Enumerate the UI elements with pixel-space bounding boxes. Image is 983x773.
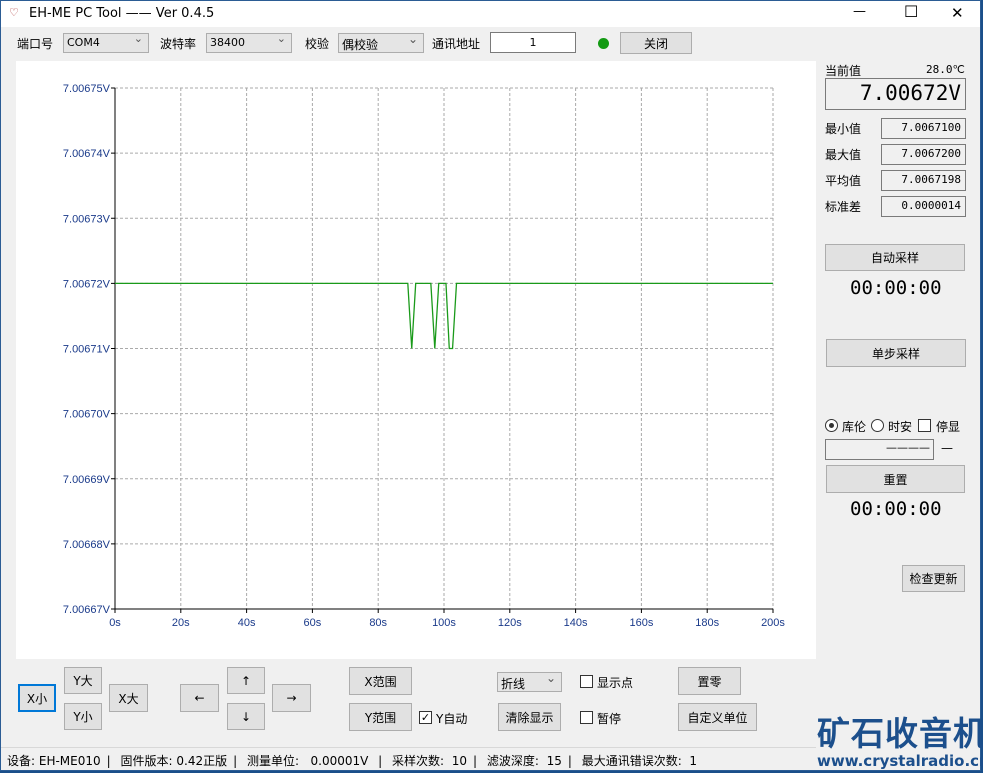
stop-display-checkbox[interactable] xyxy=(918,419,931,432)
pan-up-button[interactable]: ↑ xyxy=(227,667,265,694)
y-tick-label: 7.00672V xyxy=(63,278,111,290)
stat-label: 最大值 xyxy=(825,148,862,162)
coulomb-unit: — xyxy=(941,441,953,455)
samples-value: 10 xyxy=(451,754,468,768)
y-tick-label: 7.00670V xyxy=(63,409,111,421)
y-zoom-in-button[interactable]: Y大 xyxy=(64,667,102,694)
zero-button[interactable]: 置零 xyxy=(678,667,741,695)
single-sample-button[interactable]: 单步采样 xyxy=(826,339,966,367)
minimize-icon[interactable]: — xyxy=(853,4,866,19)
baud-label: 波特率 xyxy=(160,37,197,51)
parity-label: 校验 xyxy=(305,37,330,51)
firmware-value: 0.42正版 xyxy=(176,754,228,768)
filter-value: 15 xyxy=(546,754,562,768)
current-value-display: 7.00672V xyxy=(825,78,966,110)
pan-down-button[interactable]: ↓ xyxy=(227,703,265,730)
app-window: ♡ EH-ME PC Tool —— Ver 0.4.5 — ☐ ✕ 端口号 C… xyxy=(0,0,983,771)
y-auto-label: Y自动 xyxy=(436,712,468,726)
device-label: 设备: xyxy=(7,754,36,768)
show-points-label: 显示点 xyxy=(597,676,634,690)
y-tick-label: 7.00673V xyxy=(63,213,111,225)
stat-label: 标准差 xyxy=(825,200,862,214)
x-tick-label: 180s xyxy=(695,617,719,629)
x-zoom-out-button[interactable]: X小 xyxy=(18,684,56,712)
x-tick-label: 160s xyxy=(629,617,653,629)
stat-value: 7.0067198 xyxy=(881,170,966,191)
y-tick-label: 7.00675V xyxy=(63,83,111,95)
device-value: EH-ME010 xyxy=(38,754,101,768)
voltage-chart: 0s 20s 40s 60s 80s 100s 120s 140s 160s 180s 200s 7.… xyxy=(16,61,816,659)
status-bar: 设备: EH-ME010 | 固件版本: 0.42正版 | 测量单位: 0.0000… xyxy=(7,754,698,768)
clear-display-button[interactable]: 清除显示 xyxy=(498,703,561,731)
x-zoom-in-button[interactable]: X大 xyxy=(109,684,148,712)
app-icon: ♡ xyxy=(9,6,19,19)
close-connection-button[interactable]: 关闭 xyxy=(620,32,692,54)
stat-value: 0.0000014 xyxy=(881,196,966,217)
y-tick-label: 7.00668V xyxy=(63,539,111,551)
connection-status-indicator xyxy=(598,38,609,49)
x-range-button[interactable]: X范围 xyxy=(349,667,412,695)
pause-checkbox[interactable] xyxy=(580,711,593,724)
ah-label: 时安 xyxy=(888,420,913,434)
x-tick-label: 100s xyxy=(432,617,456,629)
y-range-button[interactable]: Y范围 xyxy=(349,703,412,731)
x-tick-label: 0s xyxy=(109,617,121,629)
unit-value: 0.00001V xyxy=(310,754,369,768)
samples-label: 采样次数: xyxy=(392,754,445,768)
baud-select[interactable]: 38400 xyxy=(206,32,292,53)
reset-timer: 00:00:00 xyxy=(850,498,942,520)
x-tick-label: 60s xyxy=(304,617,322,629)
y-tick-label: 7.00671V xyxy=(63,344,111,356)
parity-select[interactable]: 偶校验 xyxy=(338,32,424,53)
custom-unit-button[interactable]: 自定义单位 xyxy=(678,703,757,731)
y-tick-label: 7.00667V xyxy=(63,604,111,616)
maximize-icon[interactable]: ☐ xyxy=(904,2,918,21)
current-value-label: 当前值 xyxy=(825,64,862,78)
pause-label: 暂停 xyxy=(597,712,622,726)
firmware-label: 固件版本: xyxy=(120,754,173,768)
coulomb-label: 库伦 xyxy=(842,420,867,434)
close-icon[interactable]: ✕ xyxy=(951,4,964,22)
check-update-button[interactable]: 检查更新 xyxy=(902,565,965,592)
addr-label: 通讯地址 xyxy=(432,37,481,51)
y-auto-checkbox[interactable]: ✓ xyxy=(419,711,432,724)
window-title: EH-ME PC Tool —— Ver 0.4.5 xyxy=(29,6,215,21)
pan-right-button[interactable]: → xyxy=(272,684,311,712)
port-label: 端口号 xyxy=(17,37,54,51)
y-tick-label: 7.00674V xyxy=(63,148,111,160)
y-tick-label: 7.00669V xyxy=(63,474,111,486)
x-tick-label: 140s xyxy=(564,617,588,629)
error-count-value: 1 xyxy=(689,754,698,768)
stat-value: 7.0067200 xyxy=(881,144,966,165)
addr-input[interactable]: 1 xyxy=(490,32,576,53)
stop-display-label: 停显 xyxy=(936,420,961,434)
stat-value: 7.0067100 xyxy=(881,118,966,139)
unit-label: 测量单位: xyxy=(247,754,300,768)
title-bar: ♡ EH-ME PC Tool —— Ver 0.4.5 — ☐ ✕ xyxy=(1,1,980,27)
port-select[interactable]: COM4 xyxy=(63,32,149,53)
stat-label: 最小值 xyxy=(825,122,862,136)
x-tick-label: 120s xyxy=(498,617,522,629)
x-tick-label: 80s xyxy=(369,617,387,629)
reset-button[interactable]: 重置 xyxy=(826,465,965,493)
auto-sample-timer: 00:00:00 xyxy=(850,277,942,299)
logo-url[interactable]: www.crystalradio.cn xyxy=(817,752,983,770)
auto-sample-button[interactable]: 自动采样 xyxy=(825,244,965,271)
pan-left-button[interactable]: ← xyxy=(180,684,219,712)
coulomb-radio[interactable] xyxy=(825,419,838,432)
x-tick-label: 40s xyxy=(238,617,256,629)
y-zoom-out-button[interactable]: Y小 xyxy=(64,703,102,730)
x-tick-label: 200s xyxy=(761,617,785,629)
show-points-checkbox[interactable] xyxy=(580,675,593,688)
ah-radio[interactable] xyxy=(871,419,884,432)
filter-label: 滤波深度: xyxy=(486,754,539,768)
x-tick-label: 20s xyxy=(172,617,190,629)
error-count-label: 最大通讯错误次数: xyxy=(581,754,682,768)
stat-label: 平均值 xyxy=(825,174,862,188)
logo-text: 矿石收音机 xyxy=(817,714,983,753)
plot-mode-select[interactable]: 折线 xyxy=(497,671,562,692)
coulomb-value: ———— xyxy=(825,439,934,460)
temperature-value: 28.0℃ xyxy=(926,63,965,76)
